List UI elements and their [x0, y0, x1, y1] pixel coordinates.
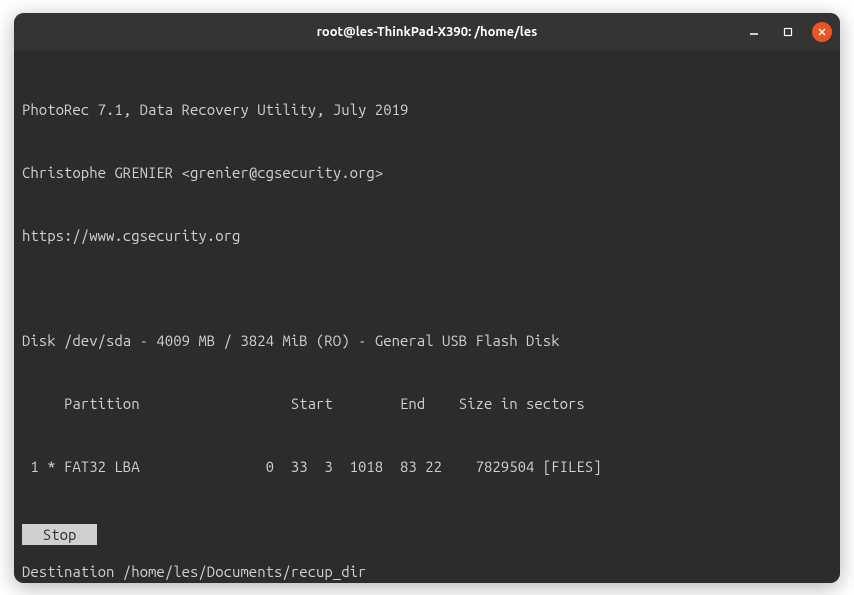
maximize-button[interactable] — [778, 22, 798, 42]
maximize-icon — [783, 27, 793, 37]
minimize-button[interactable] — [744, 22, 764, 42]
url-line: https://www.cgsecurity.org — [22, 225, 832, 246]
terminal-window: root@les-ThinkPad-X390: /home/les PhotoR — [14, 13, 840, 583]
close-icon — [817, 27, 827, 37]
terminal-body[interactable]: PhotoRec 7.1, Data Recovery Utility, Jul… — [14, 51, 840, 583]
partition-header-line: Partition Start End Size in sectors — [22, 393, 832, 414]
destination-line: Destination /home/les/Documents/recup_di… — [22, 561, 832, 582]
partition-row-line: 1 * FAT32 LBA 0 33 3 1018 83 22 7829504 … — [22, 456, 832, 477]
close-button[interactable] — [812, 22, 832, 42]
app-header-line: PhotoRec 7.1, Data Recovery Utility, Jul… — [22, 99, 832, 120]
titlebar: root@les-ThinkPad-X390: /home/les — [14, 13, 840, 51]
minimize-icon — [749, 27, 759, 37]
window-controls — [744, 22, 832, 42]
window-title: root@les-ThinkPad-X390: /home/les — [317, 25, 538, 39]
disk-info-line: Disk /dev/sda - 4009 MB / 3824 MiB (RO) … — [22, 330, 832, 351]
author-line: Christophe GRENIER <grenier@cgsecurity.o… — [22, 162, 832, 183]
stop-button[interactable]: Stop — [22, 524, 97, 545]
